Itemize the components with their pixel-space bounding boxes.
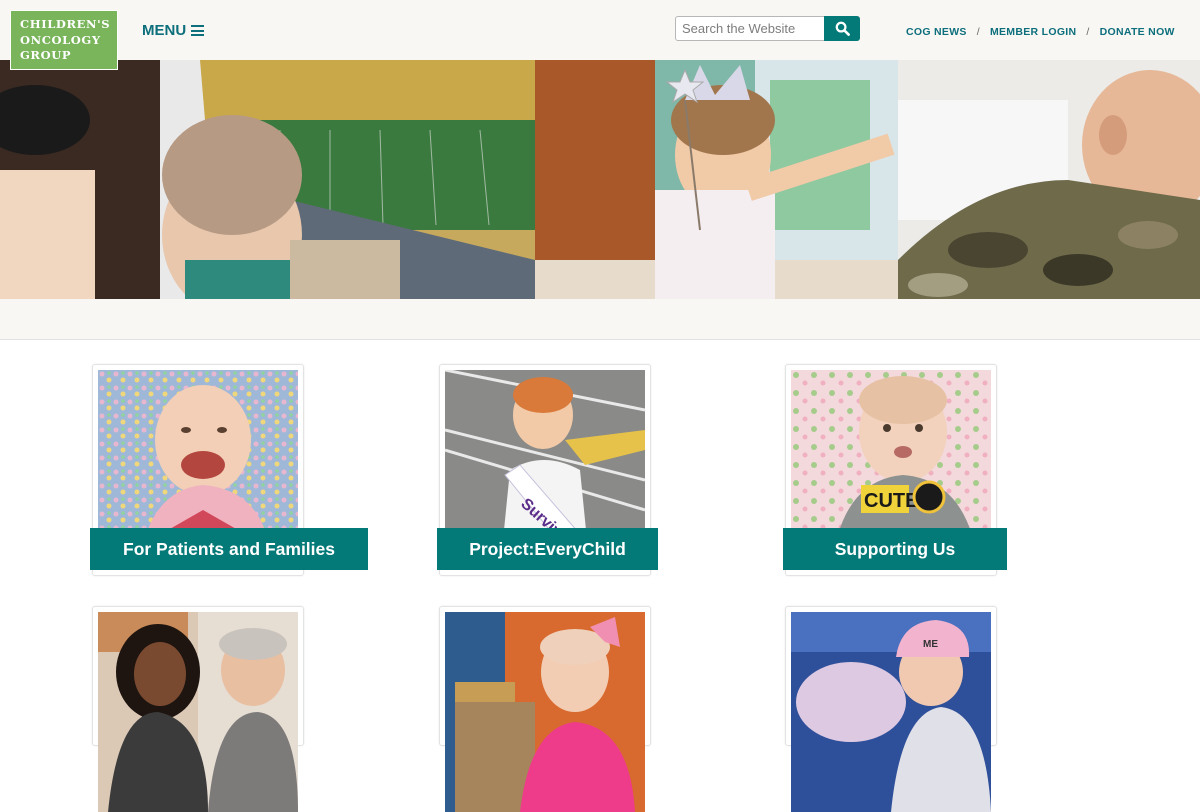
logo-line-2: ONCOLOGY: [20, 32, 101, 47]
supporting-us-button[interactable]: Supporting Us: [783, 528, 1007, 570]
menu-label: MENU: [142, 22, 187, 39]
card-5[interactable]: [439, 606, 651, 812]
donate-now-link[interactable]: DONATE NOW: [1100, 26, 1175, 38]
card-4[interactable]: [92, 606, 304, 812]
for-patients-families-button[interactable]: For Patients and Families: [90, 528, 368, 570]
hero-divider-band: [0, 299, 1200, 340]
hamburger-icon: [191, 25, 205, 36]
nav-separator: /: [1086, 26, 1090, 38]
cog-news-link[interactable]: COG NEWS: [906, 26, 967, 38]
card-6[interactable]: ME: [785, 606, 997, 812]
nav-separator: /: [976, 26, 980, 38]
site-header: CHILDREN'S ONCOLOGY GROUP MENU COG NEWS …: [0, 0, 1200, 70]
member-login-link[interactable]: MEMBER LOGIN: [990, 26, 1076, 38]
hero-photo-camo: [898, 60, 1200, 299]
search-icon: [835, 21, 850, 36]
search-input[interactable]: [675, 16, 825, 41]
project-everychild-button[interactable]: Project:EveryChild: [437, 528, 658, 570]
card-photo-girl-pink-bow: [445, 612, 645, 812]
hat-text: ME: [923, 639, 938, 650]
card-photo-doctor-patient: [98, 612, 298, 812]
logo-line-3: GROUP: [20, 48, 72, 62]
search-button[interactable]: [824, 16, 860, 41]
utility-nav: COG NEWS / MEMBER LOGIN / DONATE NOW: [906, 26, 1175, 38]
menu-button[interactable]: MENU: [142, 22, 205, 39]
logo-line-1: CHILDREN'S: [20, 17, 111, 31]
card-photo-girl-tutu: ME: [791, 612, 991, 812]
site-logo[interactable]: CHILDREN'S ONCOLOGY GROUP: [10, 10, 118, 70]
hero-banner: [0, 60, 1200, 299]
hero-photo-princess: [535, 60, 898, 299]
cute-shirt-text: CUTE: [864, 490, 918, 512]
hero-photo-stadium: [0, 60, 535, 299]
